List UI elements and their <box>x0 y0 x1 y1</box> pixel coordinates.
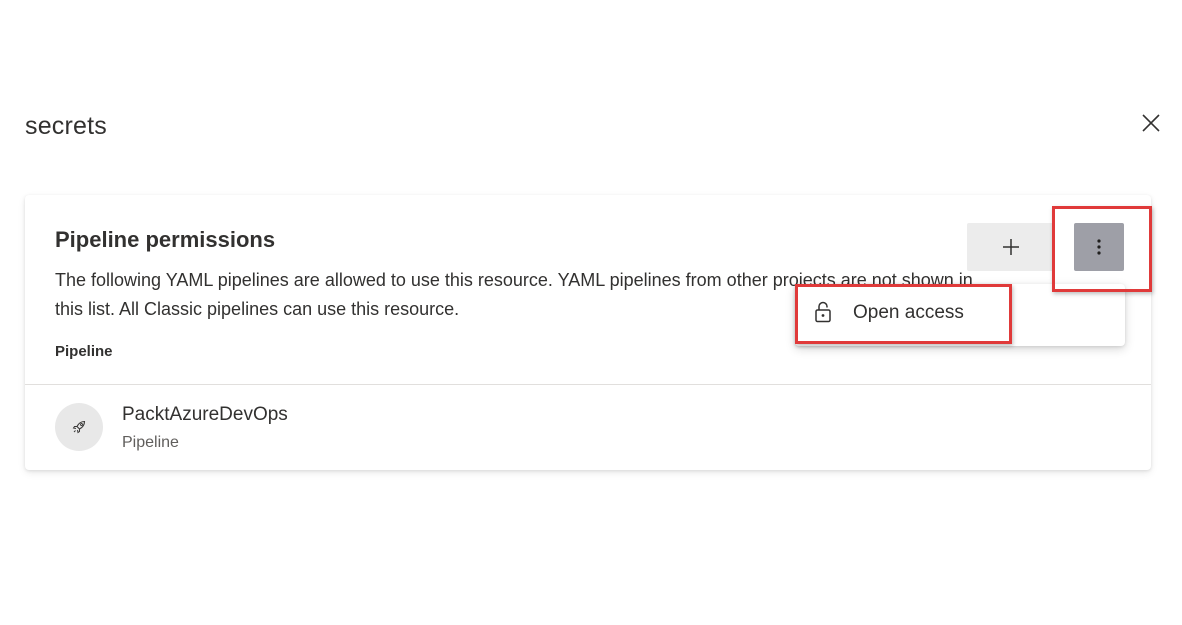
column-header-pipeline: Pipeline <box>55 343 113 360</box>
menu-item-label: Open access <box>853 302 964 323</box>
menu-item-open-access[interactable]: Open access <box>800 290 1000 336</box>
panel-title: secrets <box>25 112 107 140</box>
more-vertical-icon <box>1097 239 1101 255</box>
table-row[interactable]: PacktAzureDevOps Pipeline <box>25 385 1151 467</box>
card-title: Pipeline permissions <box>55 227 276 252</box>
avatar <box>55 403 103 451</box>
unlock-icon <box>815 301 831 323</box>
rocket-icon <box>72 420 86 434</box>
close-icon <box>1142 114 1160 132</box>
pipeline-name[interactable]: PacktAzureDevOps <box>122 404 288 426</box>
more-actions-button[interactable] <box>1074 223 1124 271</box>
add-pipeline-button[interactable] <box>967 223 1055 271</box>
more-actions-menu: Open access <box>795 284 1125 346</box>
page: secrets Pipeline permissions The followi… <box>0 0 1182 625</box>
plus-icon <box>1003 239 1019 255</box>
close-button[interactable] <box>1136 108 1166 138</box>
pipeline-type: Pipeline <box>122 434 179 451</box>
